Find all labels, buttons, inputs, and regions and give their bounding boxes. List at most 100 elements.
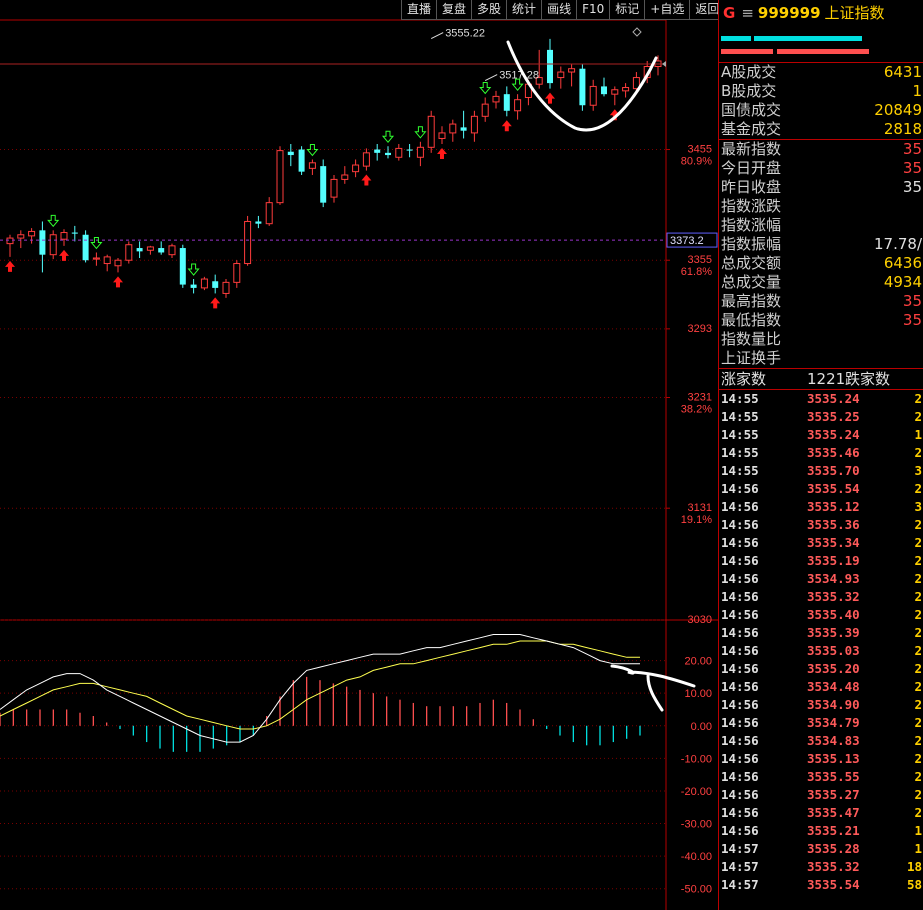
- candle-body: [212, 281, 219, 288]
- tick-price: 3535.13: [807, 751, 860, 766]
- toolbar-replay-button[interactable]: 复盘: [436, 0, 472, 20]
- tick-row: 14:56 3535.39 2: [719, 624, 923, 642]
- candle-body: [158, 248, 165, 253]
- candle-body: [92, 257, 100, 260]
- tick-volume: 2: [914, 643, 922, 658]
- kline-chart[interactable]: 345580.9% 335561.8% 3293 323138.2% 313119.1%…: [0, 0, 718, 910]
- handdrawn-down-stroke: [610, 664, 696, 712]
- sell-signal-arrow: [381, 130, 395, 143]
- candle-body: [287, 151, 294, 156]
- candle-body: [503, 94, 510, 111]
- buy-signal-arrow: [361, 174, 372, 186]
- tick-row: 14:56 3534.79 2: [719, 714, 923, 732]
- toolbar-live-button[interactable]: 直播: [401, 0, 437, 20]
- tick-time: 14:55: [721, 427, 759, 442]
- diamond-marker-icon: [632, 27, 642, 37]
- candle-body: [341, 174, 349, 180]
- candle-body: [320, 166, 327, 203]
- toolbar-multi-stock-button[interactable]: 多股: [471, 0, 507, 20]
- candle-body: [374, 149, 381, 153]
- stat-value: 6436: [883, 254, 922, 272]
- stat-label: 最高指数: [721, 292, 782, 310]
- candle-body: [168, 245, 176, 256]
- price-tick-label: 3455: [688, 144, 712, 156]
- price-tick-label: 3030: [688, 614, 712, 626]
- quote-header: G ≡ 999999 上证指数: [719, 0, 923, 26]
- candle-body: [136, 248, 143, 252]
- candle-body: [395, 147, 403, 158]
- tick-row: 14:55 3535.70 3: [719, 462, 923, 480]
- macd-tick-label: 20.00: [684, 656, 712, 668]
- candle-body: [82, 234, 89, 261]
- advance-count: 1221: [807, 370, 846, 388]
- tick-time: 14:57: [721, 841, 759, 856]
- tick-volume: 2: [914, 553, 922, 568]
- candle-body: [460, 127, 467, 131]
- tick-list[interactable]: 14:55 3535.24 2 14:55 3535.25 2 14:55 3535.24 1 1…: [719, 390, 923, 894]
- stat-row: 国债成交 20849: [719, 101, 923, 120]
- tick-row: 14:56 3535.36 2: [719, 516, 923, 534]
- tick-row: 14:56 3534.83 2: [719, 732, 923, 750]
- toolbar-draw-button[interactable]: 画线: [541, 0, 577, 20]
- stat-value: 1: [912, 82, 922, 100]
- tick-volume: 2: [914, 769, 922, 784]
- candle-body: [385, 152, 391, 156]
- stat-row: 今日开盘 35: [719, 159, 923, 178]
- candle-body: [470, 115, 478, 134]
- toolbar-mark-button[interactable]: 标记: [609, 0, 645, 20]
- stat-label: 指数量比: [721, 330, 782, 348]
- stat-label: 昨日收盘: [721, 178, 782, 196]
- stat-row: 昨日收盘 35: [719, 178, 923, 197]
- tick-time: 14:56: [721, 733, 759, 748]
- price-tick-label: 3355: [688, 254, 712, 266]
- tick-time: 14:56: [721, 643, 759, 658]
- candle-body: [298, 149, 305, 172]
- tick-row: 14:55 3535.24 1: [719, 426, 923, 444]
- tick-price: 3535.39: [807, 625, 860, 640]
- price-tick-label: 3131: [688, 502, 712, 514]
- candle-body: [276, 150, 284, 204]
- candle-body: [416, 146, 424, 158]
- candle-body: [622, 87, 630, 92]
- tick-price: 3535.36: [807, 517, 860, 532]
- stat-value: 35: [902, 292, 922, 310]
- stat-row: 上证换手: [719, 349, 923, 368]
- toolbar-stats-button[interactable]: 统计: [506, 0, 542, 20]
- tick-price: 3535.25: [807, 409, 860, 424]
- candle-body: [362, 152, 370, 167]
- stat-value: 35: [902, 159, 922, 177]
- toolbar-f10-button[interactable]: F10: [576, 0, 610, 20]
- candle-body: [233, 263, 241, 283]
- toolbar-watchlist-button[interactable]: +自选: [644, 0, 690, 20]
- stat-value: 35: [902, 311, 922, 329]
- tick-time: 14:56: [721, 589, 759, 604]
- tick-volume: 2: [914, 679, 922, 694]
- header-prefix: G: [723, 4, 736, 22]
- tick-time: 14:56: [721, 679, 759, 694]
- tick-volume: 1: [914, 823, 922, 838]
- tick-price: 3534.48: [807, 679, 860, 694]
- tick-time: 14:56: [721, 823, 759, 838]
- buy-strength-bar-2: [754, 36, 862, 41]
- tick-price: 3535.34: [807, 535, 860, 550]
- stat-row: A股成交 6431: [719, 63, 923, 82]
- menu-icon[interactable]: ≡: [741, 4, 754, 22]
- tick-volume: 1: [914, 841, 922, 856]
- tick-time: 14:57: [721, 859, 759, 874]
- tick-row: 14:55 3535.24 2: [719, 390, 923, 408]
- candle-body: [39, 230, 46, 255]
- tick-price: 3535.70: [807, 463, 860, 478]
- tick-row: 14:56 3535.27 2: [719, 786, 923, 804]
- advance-decline: 涨家数 1221 跌家数: [719, 369, 923, 390]
- decline-label: 跌家数: [845, 370, 891, 388]
- stat-row: 基金成交 2818: [719, 120, 923, 139]
- sell-signal-arrow: [414, 126, 427, 139]
- tick-volume: 1: [914, 427, 922, 442]
- candle-body: [557, 71, 565, 79]
- macd-tick-label: 0.00: [691, 721, 712, 733]
- tick-volume: 2: [914, 625, 922, 640]
- candle-body: [514, 99, 522, 112]
- tick-row: 14:56 3535.21 1: [719, 822, 923, 840]
- candle-body: [481, 103, 489, 117]
- annotation-pointer: [484, 74, 498, 82]
